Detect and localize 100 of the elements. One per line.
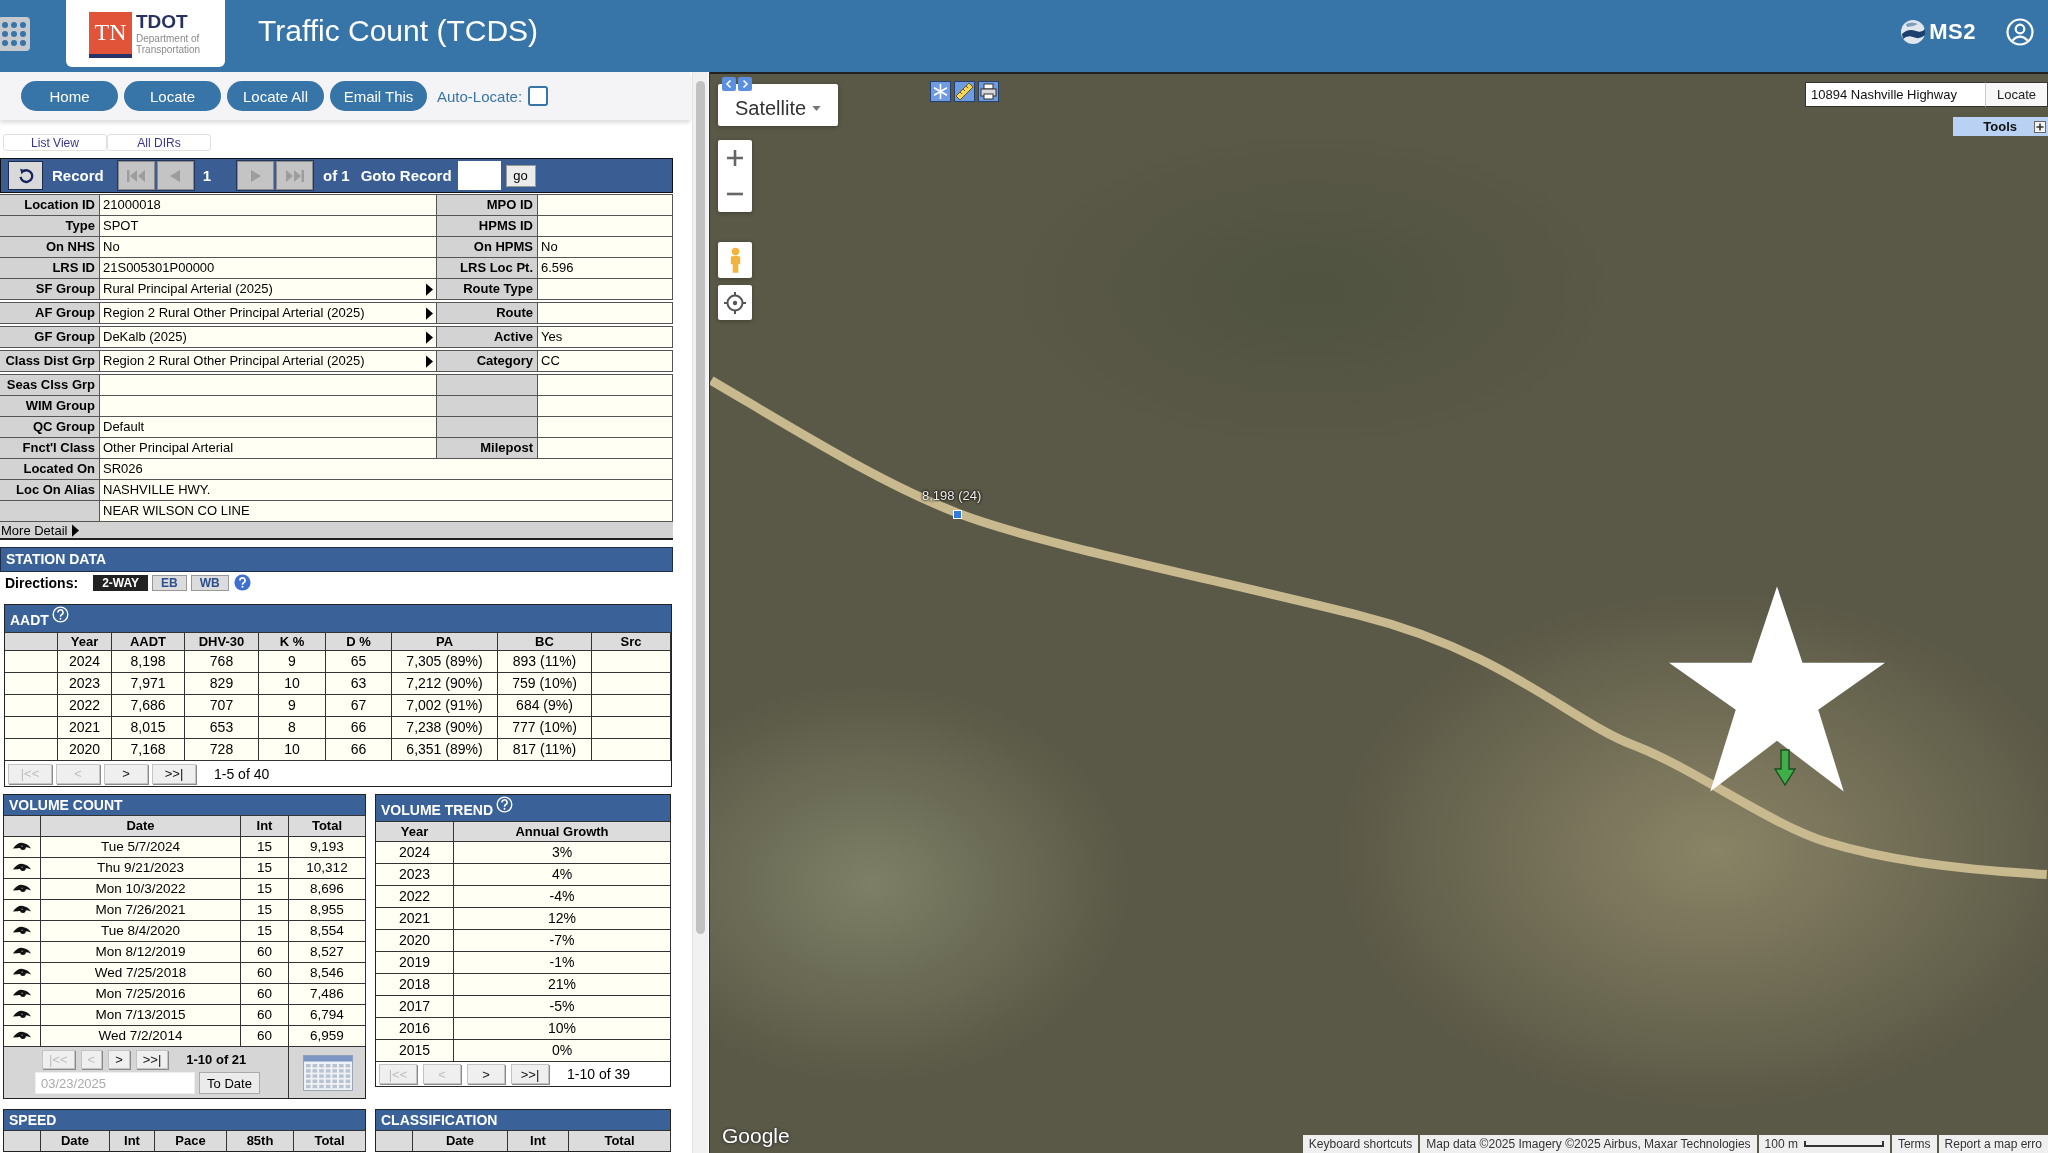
pager-button[interactable]: >: [108, 1050, 130, 1069]
field-value: Other Principal Arterial: [100, 438, 437, 458]
table-cell: 8,198: [112, 650, 185, 672]
app-grid-icon[interactable]: [0, 17, 30, 51]
eye-icon[interactable]: [12, 988, 32, 1000]
attribution-link[interactable]: Keyboard shortcuts: [1302, 1135, 1419, 1153]
address-field[interactable]: 10894 Nashville Highway: [1805, 82, 1985, 107]
eye-icon[interactable]: [12, 904, 32, 916]
field-label: Category: [437, 351, 538, 371]
column-header: PA: [392, 632, 498, 650]
pager-button[interactable]: >: [104, 763, 148, 784]
goto-record-field[interactable]: [457, 161, 501, 190]
table-cell: 15: [241, 878, 289, 899]
field-value: SPOT: [100, 216, 437, 236]
table-cell: 6,794: [289, 1004, 366, 1025]
table-cell: -4%: [454, 885, 671, 907]
table-cell: 66: [326, 738, 392, 760]
field-value: CC: [538, 351, 673, 371]
column-header: Total: [569, 1130, 671, 1151]
table-cell: 6,351 (89%): [392, 738, 498, 760]
table-cell: 60: [241, 1004, 289, 1025]
more-detail-link[interactable]: More Detail: [1, 522, 68, 538]
pager-button[interactable]: >>|: [152, 763, 196, 784]
satellite-map-image[interactable]: [710, 74, 2048, 1153]
toolbar-button[interactable]: Email This: [330, 81, 427, 111]
arrow-icon[interactable]: [1774, 749, 1796, 786]
view-link[interactable]: List View: [3, 134, 107, 151]
field-label: Route: [437, 303, 538, 323]
eye-icon[interactable]: [12, 967, 32, 979]
globe-icon: [1900, 19, 1927, 45]
table-cell: 10,312: [289, 857, 366, 878]
field-label: Loc On Alias: [0, 480, 100, 500]
column-header: Date: [41, 815, 241, 836]
field-label: Fnct'l Class: [0, 438, 100, 458]
refresh-button[interactable]: [8, 161, 43, 190]
table-cell: Mon 10/3/2022: [41, 878, 241, 899]
table-cell: 7,212 (90%): [392, 672, 498, 694]
table-cell: 2020: [376, 929, 454, 951]
expand-arrow-icon[interactable]: [426, 354, 433, 368]
pager-button[interactable]: >: [467, 1064, 505, 1084]
square-marker-icon[interactable]: [953, 510, 962, 519]
eye-icon[interactable]: [12, 883, 32, 895]
table-cell: 4%: [454, 863, 671, 885]
field-label: LRS Loc Pt.: [437, 258, 538, 278]
expand-panel-button[interactable]: [738, 77, 752, 91]
go-button[interactable]: go: [505, 164, 536, 187]
pager-button[interactable]: >>|: [511, 1064, 549, 1084]
direction-button[interactable]: 2-WAY: [93, 574, 149, 591]
plus-icon[interactable]: [2034, 120, 2046, 133]
eye-icon[interactable]: [12, 925, 32, 937]
eye-icon[interactable]: [12, 1030, 32, 1042]
expand-arrow-icon[interactable]: [426, 282, 433, 296]
collapse-panel-button[interactable]: [722, 77, 736, 91]
eye-icon[interactable]: [12, 1009, 32, 1021]
expand-arrow-icon[interactable]: [426, 306, 433, 320]
attribution-text: Map data ©2025 Imagery ©2025 Airbus, Maxar Technologies: [1420, 1135, 1757, 1153]
table-cell: 2023: [58, 672, 112, 694]
map-type-button[interactable]: Satellite: [718, 84, 838, 126]
direction-button[interactable]: EB: [152, 574, 187, 591]
view-link[interactable]: All DIRs: [107, 134, 211, 151]
eye-icon[interactable]: [12, 862, 32, 874]
table-cell: 7,305 (89%): [392, 650, 498, 672]
help-icon[interactable]: [496, 796, 513, 813]
locate-me-button[interactable]: [718, 285, 752, 320]
snowflake-icon[interactable]: [930, 81, 951, 102]
help-icon[interactable]: [233, 574, 251, 591]
tools-bar[interactable]: Tools: [1953, 117, 2048, 136]
attribution-link[interactable]: Terms: [1891, 1135, 1937, 1153]
table-cell: Mon 8/12/2019: [41, 941, 241, 962]
eye-icon[interactable]: [12, 946, 32, 958]
expand-arrow-icon[interactable]: [426, 330, 433, 344]
direction-button[interactable]: WB: [190, 574, 229, 591]
column-header: Pace: [155, 1130, 227, 1151]
field-label: SF Group: [0, 279, 100, 299]
toolbar-button[interactable]: Locate: [124, 81, 221, 111]
date-field[interactable]: 03/23/2025: [35, 1072, 195, 1094]
user-icon[interactable]: [2006, 18, 2034, 46]
calendar-icon[interactable]: [302, 1054, 353, 1091]
ruler-icon[interactable]: [954, 81, 975, 102]
chevron-right-icon: [740, 79, 750, 89]
table-cell: 66: [326, 716, 392, 738]
column-header: D %: [326, 632, 392, 650]
toolbar-button[interactable]: Locate All: [227, 81, 324, 111]
table-cell: 7,971: [112, 672, 185, 694]
eye-icon[interactable]: [12, 841, 32, 853]
toolbar-button[interactable]: Home: [21, 81, 118, 111]
printer-icon[interactable]: [978, 81, 999, 102]
to-date-button[interactable]: To Date: [199, 1072, 260, 1094]
panel-title: CLASSIFICATION: [376, 1110, 670, 1130]
scrollbar-thumb[interactable]: [696, 81, 705, 934]
field-value: DeKalb (2025): [103, 328, 187, 346]
locate-button[interactable]: Locate: [1985, 82, 2048, 107]
table-cell: 2017: [376, 995, 454, 1017]
pager-button[interactable]: >>|: [135, 1050, 169, 1069]
expand-arrow-icon[interactable]: [72, 523, 80, 537]
attribution-link[interactable]: Report a map erro: [1938, 1135, 2048, 1153]
help-icon[interactable]: [51, 606, 69, 623]
table-cell: 15: [241, 836, 289, 857]
auto-locate-checkbox[interactable]: [528, 86, 549, 106]
skip-to-start-icon: [126, 168, 147, 183]
